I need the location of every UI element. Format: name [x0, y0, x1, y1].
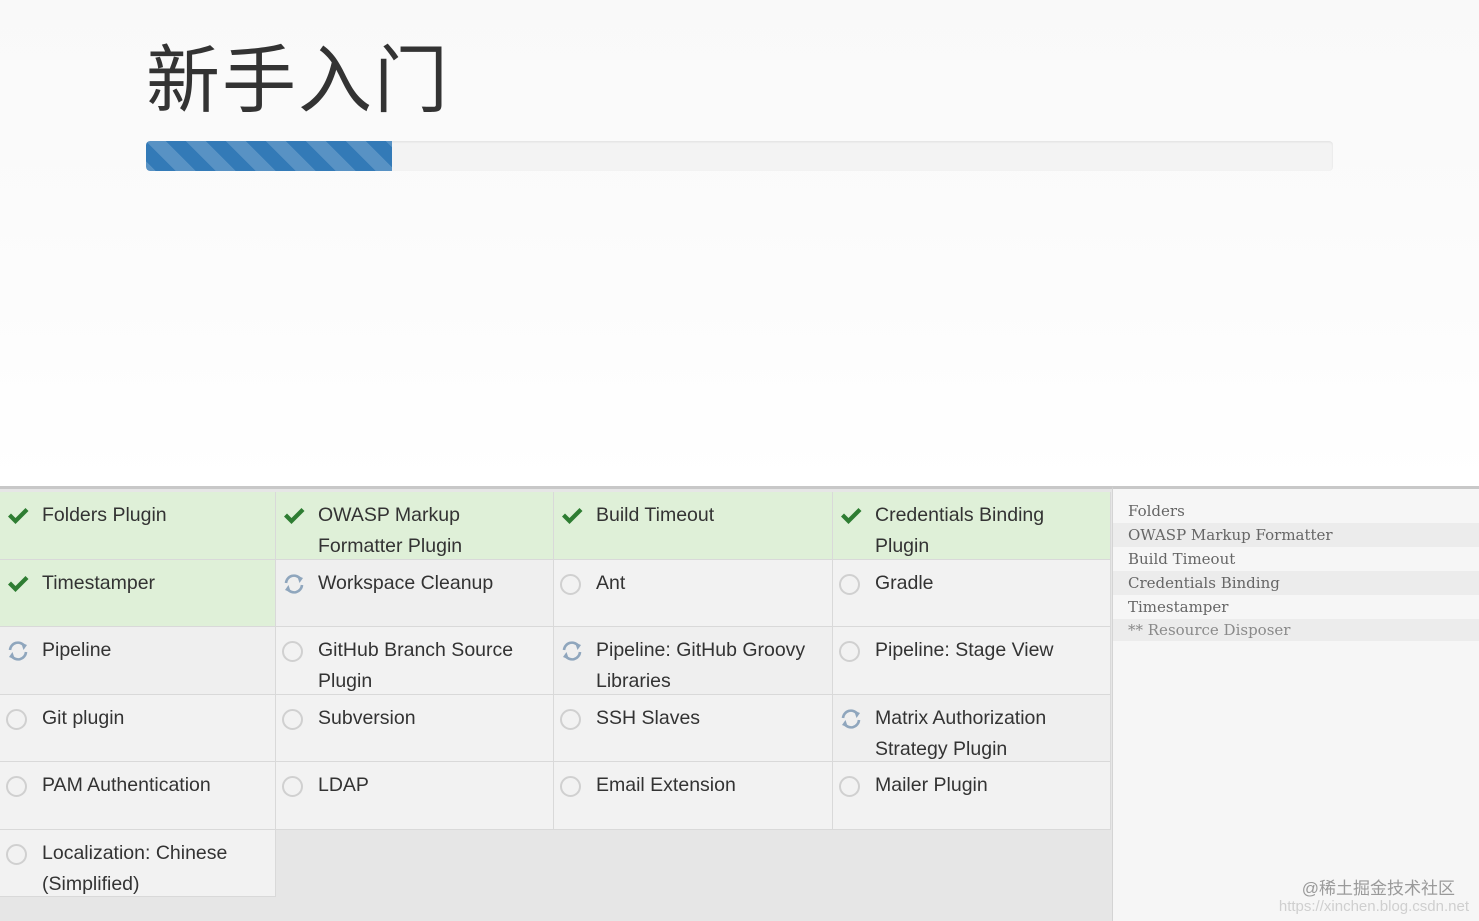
circle-icon	[282, 641, 303, 662]
circle-icon	[560, 708, 581, 730]
check-icon	[841, 508, 862, 524]
check-icon	[8, 575, 29, 592]
plugin-label: GitHub Branch Source Plugin	[318, 639, 514, 692]
check-icon	[8, 508, 29, 524]
circle-icon	[6, 776, 27, 797]
plugin-item: Subversion	[276, 694, 554, 762]
plugin-label: Timestamper	[42, 571, 156, 594]
plugin-item: PAM Authentication	[0, 762, 276, 830]
plugin-item: Gradle	[833, 559, 1111, 627]
plugin-label: Email Extension	[596, 774, 736, 796]
install-progress-bar	[146, 141, 1333, 171]
plugin-label: Git plugin	[42, 706, 125, 729]
watermark-url: https://xinchen.blog.csdn.net	[1278, 898, 1469, 915]
plugin-label: Localization: Chinese (Simplified)	[42, 841, 228, 895]
circle-icon	[560, 573, 581, 595]
plugin-label: Pipeline	[42, 639, 112, 661]
check-icon	[562, 508, 583, 524]
plugin-label: Build Timeout	[596, 504, 715, 526]
watermark: @稀土掘金技术社区	[1301, 879, 1455, 898]
plugin-item: Mailer Plugin	[833, 762, 1111, 830]
circle-icon	[839, 641, 860, 662]
plugin-item: Matrix Authorization Strategy Plugin	[833, 694, 1111, 762]
plugin-label: Workspace Cleanup	[318, 571, 494, 594]
log-line: Build Timeout	[1113, 547, 1479, 571]
log-line: OWASP Markup Formatter	[1113, 523, 1479, 547]
page-title: 新手入门	[146, 38, 450, 124]
log-line: Timestamper	[1113, 595, 1479, 619]
refresh-icon	[841, 708, 861, 729]
plugin-item: Workspace Cleanup	[276, 559, 554, 627]
circle-icon	[839, 573, 860, 595]
plugin-item: Ant	[554, 559, 833, 627]
plugin-label: SSH Slaves	[596, 706, 701, 729]
plugin-item: SSH Slaves	[554, 694, 833, 762]
plugin-label: Folders Plugin	[42, 504, 167, 526]
log-line: Credentials Binding	[1113, 571, 1479, 595]
plugin-item: Git plugin	[0, 694, 276, 762]
log-line: ** Resource Disposer	[1113, 619, 1479, 641]
plugin-label: Ant	[596, 571, 626, 594]
circle-icon	[6, 708, 27, 730]
plugin-grid-panel: Folders Plugin OWASP Markup Formatter Plu…	[0, 486, 1112, 921]
plugin-grid: Folders Plugin OWASP Markup Formatter Plu…	[0, 492, 1111, 897]
plugin-label: Gradle	[875, 571, 934, 594]
plugin-item: Folders Plugin	[0, 492, 276, 560]
circle-icon	[282, 776, 303, 797]
circle-icon	[839, 776, 860, 797]
plugin-label: LDAP	[318, 774, 369, 796]
plugin-item: Build Timeout	[554, 492, 833, 560]
refresh-icon	[8, 641, 28, 661]
install-log-list: Folders OWASP Markup Formatter Build Timeo…	[1113, 499, 1479, 641]
plugin-label: Credentials Binding Plugin	[875, 504, 1045, 557]
plugin-item: Email Extension	[554, 762, 833, 830]
check-icon	[284, 508, 305, 524]
plugin-item: Timestamper	[0, 559, 276, 627]
plugin-item: Credentials Binding Plugin	[833, 492, 1111, 560]
install-log-panel: Folders OWASP Markup Formatter Build Timeo…	[1112, 486, 1479, 921]
plugin-item: Pipeline: GitHub Groovy Libraries	[554, 627, 833, 695]
plugin-label: OWASP Markup Formatter Plugin	[318, 504, 463, 557]
plugin-item: GitHub Branch Source Plugin	[276, 627, 554, 695]
install-progress-fill	[146, 141, 392, 171]
plugin-label: Pipeline: GitHub Groovy Libraries	[596, 639, 806, 692]
circle-icon	[560, 776, 581, 797]
circle-icon	[282, 708, 303, 730]
plugin-label: Subversion	[318, 706, 416, 729]
circle-icon	[6, 843, 27, 865]
plugin-item: OWASP Markup Formatter Plugin	[276, 492, 554, 560]
plugin-item: LDAP	[276, 762, 554, 830]
refresh-icon	[562, 641, 582, 661]
header-area: 新手入门	[0, 0, 1479, 486]
refresh-icon	[284, 573, 304, 594]
plugin-label: Matrix Authorization Strategy Plugin	[875, 706, 1047, 760]
plugin-label: PAM Authentication	[42, 774, 211, 796]
log-line: Folders	[1113, 499, 1479, 523]
plugin-item: Pipeline: Stage View	[833, 627, 1111, 695]
plugin-item: Localization: Chinese (Simplified)	[0, 829, 276, 897]
plugin-item: Pipeline	[0, 627, 276, 695]
plugin-label: Pipeline: Stage View	[875, 639, 1054, 661]
plugin-label: Mailer Plugin	[875, 774, 988, 796]
